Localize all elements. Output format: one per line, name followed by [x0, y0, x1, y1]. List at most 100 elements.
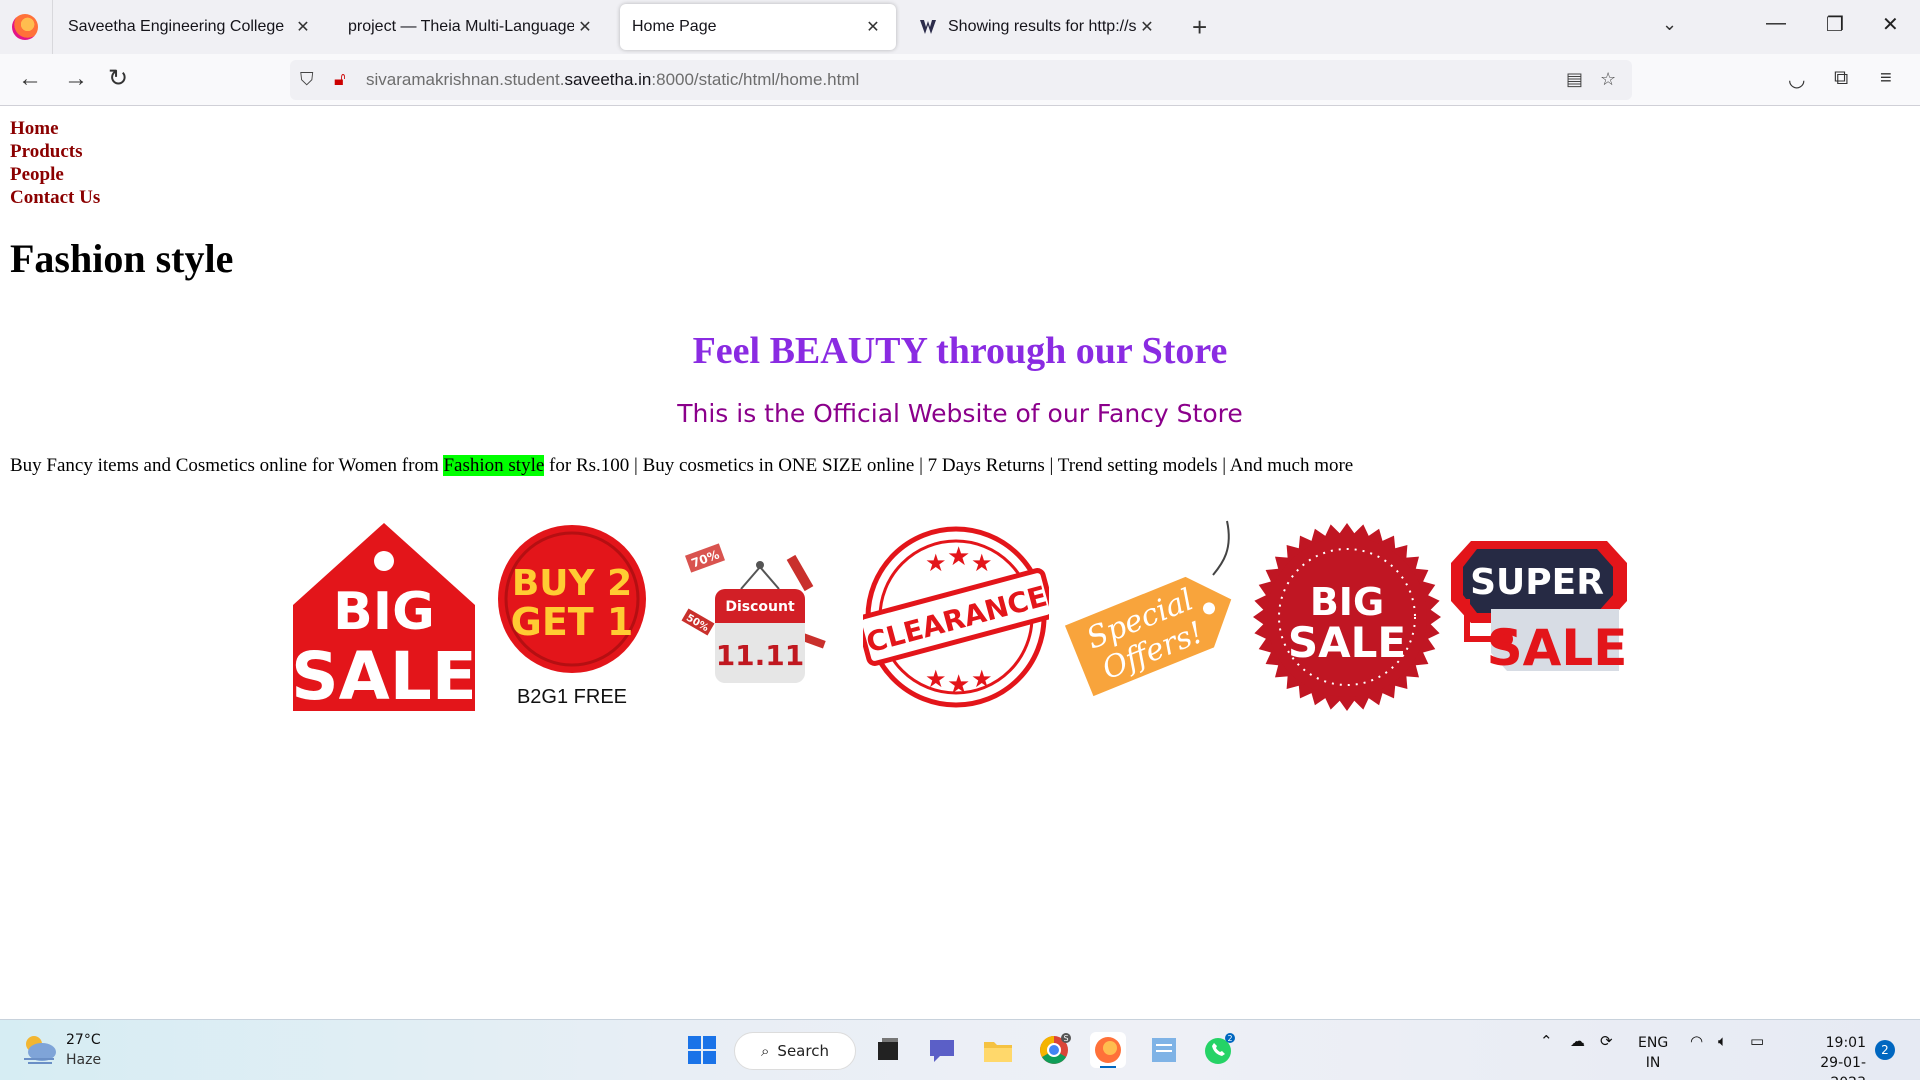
- buy2-caption: B2G1 FREE: [517, 686, 627, 708]
- site-favicon-icon: [920, 20, 936, 34]
- web-page-content: Home Products People Contact Us Fashion …: [0, 107, 1920, 1019]
- teams-chat-icon[interactable]: [924, 1032, 960, 1068]
- reader-view-icon[interactable]: ▤: [1566, 69, 1583, 90]
- site-menu: Home Products People Contact Us: [10, 117, 100, 209]
- insecure-lock-icon[interactable]: 🔓︎: [334, 69, 346, 90]
- discount-calendar-image: 70% 50% Discount 11.11: [681, 543, 826, 683]
- battery-icon[interactable]: ▭: [1750, 1032, 1764, 1050]
- browser-tab-bar: Saveetha Engineering College ✕ project —…: [0, 0, 1920, 54]
- notepad-app-icon[interactable]: [1146, 1032, 1182, 1068]
- desc-text-after: for Rs.100 | Buy cosmetics in ONE SIZE o…: [544, 455, 1354, 476]
- region-code: IN: [1645, 1055, 1661, 1071]
- back-arrow-icon[interactable]: ←: [18, 66, 42, 92]
- system-clock[interactable]: 19:01 29-01-2023: [1790, 1033, 1866, 1080]
- whatsapp-icon[interactable]: 2: [1200, 1032, 1236, 1068]
- desc-text-before: Buy Fancy items and Cosmetics online for…: [10, 455, 444, 476]
- chrome-profile-badge: S: [1063, 1034, 1068, 1043]
- onedrive-cloud-icon[interactable]: ☁: [1570, 1032, 1585, 1050]
- bookmark-star-icon[interactable]: ☆: [1600, 69, 1616, 90]
- wifi-icon[interactable]: ◠: [1690, 1032, 1703, 1050]
- show-hidden-icons-chevron-icon[interactable]: ⌃: [1540, 1032, 1553, 1050]
- big-sale-line2: SALE: [291, 638, 477, 715]
- taskbar-search-label: Search: [777, 1042, 829, 1060]
- super-sale-line2: SALE: [1487, 619, 1627, 677]
- weather-widget[interactable]: 27°C Haze: [20, 1032, 101, 1070]
- menu-link-contact-us[interactable]: Contact Us: [10, 186, 100, 209]
- discount-label: Discount: [725, 599, 795, 615]
- url-text[interactable]: sivaramakrishnan.student.saveetha.in:800…: [366, 70, 859, 90]
- tab-home-page[interactable]: Home Page ✕: [620, 4, 896, 50]
- taskbar-search-box[interactable]: ⌕ Search: [734, 1032, 856, 1070]
- super-sale-line1: SUPER: [1470, 562, 1604, 603]
- minimize-window-icon[interactable]: —: [1766, 12, 1786, 35]
- clock-date: 29-01-2023: [1820, 1055, 1866, 1080]
- svg-text:★: ★: [925, 549, 947, 577]
- app-menu-hamburger-icon[interactable]: ≡: [1880, 67, 1892, 90]
- buy2-get1-badge-image: BUY 2 GET 1 B2G1 FREE: [498, 525, 646, 708]
- firefox-taskbar-icon[interactable]: [1090, 1032, 1126, 1068]
- chrome-icon[interactable]: S: [1036, 1032, 1072, 1068]
- tab-search-results[interactable]: Showing results for http://sivara ✕: [906, 4, 1170, 50]
- big-sale2-line2: SALE: [1288, 618, 1406, 667]
- sale-banner-row: BIG SALE BUY 2 GET 1 B2G1 FREE 70% 50% D…: [285, 519, 1630, 719]
- close-tab-icon[interactable]: ✕: [862, 17, 884, 37]
- firefox-menu-icon[interactable]: [12, 14, 38, 40]
- page-title: Fashion style: [10, 236, 234, 281]
- menu-link-people[interactable]: People: [10, 163, 100, 186]
- close-window-icon[interactable]: ✕: [1882, 12, 1899, 37]
- volume-icon[interactable]: 🔈︎: [1718, 1032, 1727, 1050]
- task-view-icon[interactable]: [870, 1032, 906, 1068]
- tab-theia-project[interactable]: project — Theia Multi-Language Ex ✕: [336, 4, 608, 50]
- tab-saveetha[interactable]: Saveetha Engineering College ✕: [56, 4, 326, 50]
- tab-label: project — Theia Multi-Language Ex: [348, 18, 574, 35]
- menu-link-products[interactable]: Products: [10, 140, 100, 163]
- file-explorer-icon[interactable]: [980, 1032, 1016, 1068]
- buy2-line1: BUY 2: [512, 563, 632, 604]
- description-paragraph: Buy Fancy items and Cosmetics online for…: [10, 455, 1353, 477]
- subline: This is the Official Website of our Fanc…: [677, 399, 1243, 428]
- svg-text:★: ★: [971, 549, 993, 577]
- restore-window-icon[interactable]: ❐: [1826, 12, 1844, 37]
- search-icon: ⌕: [761, 1042, 770, 1060]
- new-tab-plus-icon[interactable]: +: [1192, 12, 1207, 43]
- menu-link-home[interactable]: Home: [10, 117, 100, 140]
- shield-icon[interactable]: ⛉: [300, 69, 314, 90]
- clearance-stamp-image: ★ ★ ★ ★ ★ ★ CLEARANCE: [863, 526, 1049, 708]
- svg-text:★: ★: [925, 665, 947, 693]
- highlighted-brand: Fashion style: [443, 455, 545, 476]
- input-language-indicator[interactable]: ENG IN: [1638, 1033, 1668, 1073]
- pocket-icon[interactable]: ◡: [1788, 67, 1805, 92]
- reload-icon[interactable]: ↻: [108, 66, 128, 92]
- language-code: ENG: [1638, 1035, 1669, 1051]
- buy2-line2: GET 1: [511, 600, 634, 644]
- extensions-icon[interactable]: ⧉: [1834, 67, 1848, 90]
- svg-text:★: ★: [947, 670, 970, 700]
- weather-haze-icon: [24, 1036, 56, 1064]
- notification-count-badge[interactable]: 2: [1875, 1040, 1895, 1060]
- close-tab-icon[interactable]: ✕: [1136, 17, 1158, 37]
- tab-label: Showing results for http://sivara: [948, 18, 1136, 35]
- special-offers-tag-image: Special Offers!: [1064, 520, 1232, 697]
- windows-taskbar: 27°C Haze ⌕ Search S 2 ⌃ ☁ ⟳ ENG IN ◠ 🔈︎…: [0, 1019, 1920, 1080]
- big-sale-tag-image: BIG SALE: [291, 523, 477, 715]
- address-bar[interactable]: ⛉ 🔓︎ sivaramakrishnan.student.saveetha.i…: [290, 60, 1632, 100]
- windows-start-icon[interactable]: [684, 1032, 720, 1068]
- close-tab-icon[interactable]: ✕: [292, 17, 314, 37]
- tab-label: Home Page: [632, 18, 717, 35]
- browser-nav-bar: ← → ↻ ⛉ 🔓︎ sivaramakrishnan.student.save…: [0, 54, 1920, 106]
- forward-arrow-icon[interactable]: →: [64, 66, 88, 92]
- big-sale-line1: BIG: [333, 582, 435, 642]
- discount-date: 11.11: [716, 639, 805, 672]
- headline: Feel BEAUTY through our Store: [692, 330, 1228, 372]
- whatsapp-badge: 2: [1227, 1034, 1232, 1043]
- svg-text:★: ★: [971, 665, 993, 693]
- super-sale-tag-image: SUPER SALE: [1451, 541, 1627, 677]
- svg-text:★: ★: [947, 542, 970, 572]
- clock-time: 19:01: [1825, 1035, 1866, 1051]
- close-tab-icon[interactable]: ✕: [574, 17, 596, 37]
- weather-condition: Haze: [66, 1052, 102, 1068]
- sync-icon[interactable]: ⟳: [1600, 1032, 1613, 1050]
- weather-temperature: 27°C: [66, 1032, 101, 1048]
- list-all-tabs-chevron-icon[interactable]: ⌄: [1662, 14, 1677, 35]
- tab-separator: [52, 0, 53, 54]
